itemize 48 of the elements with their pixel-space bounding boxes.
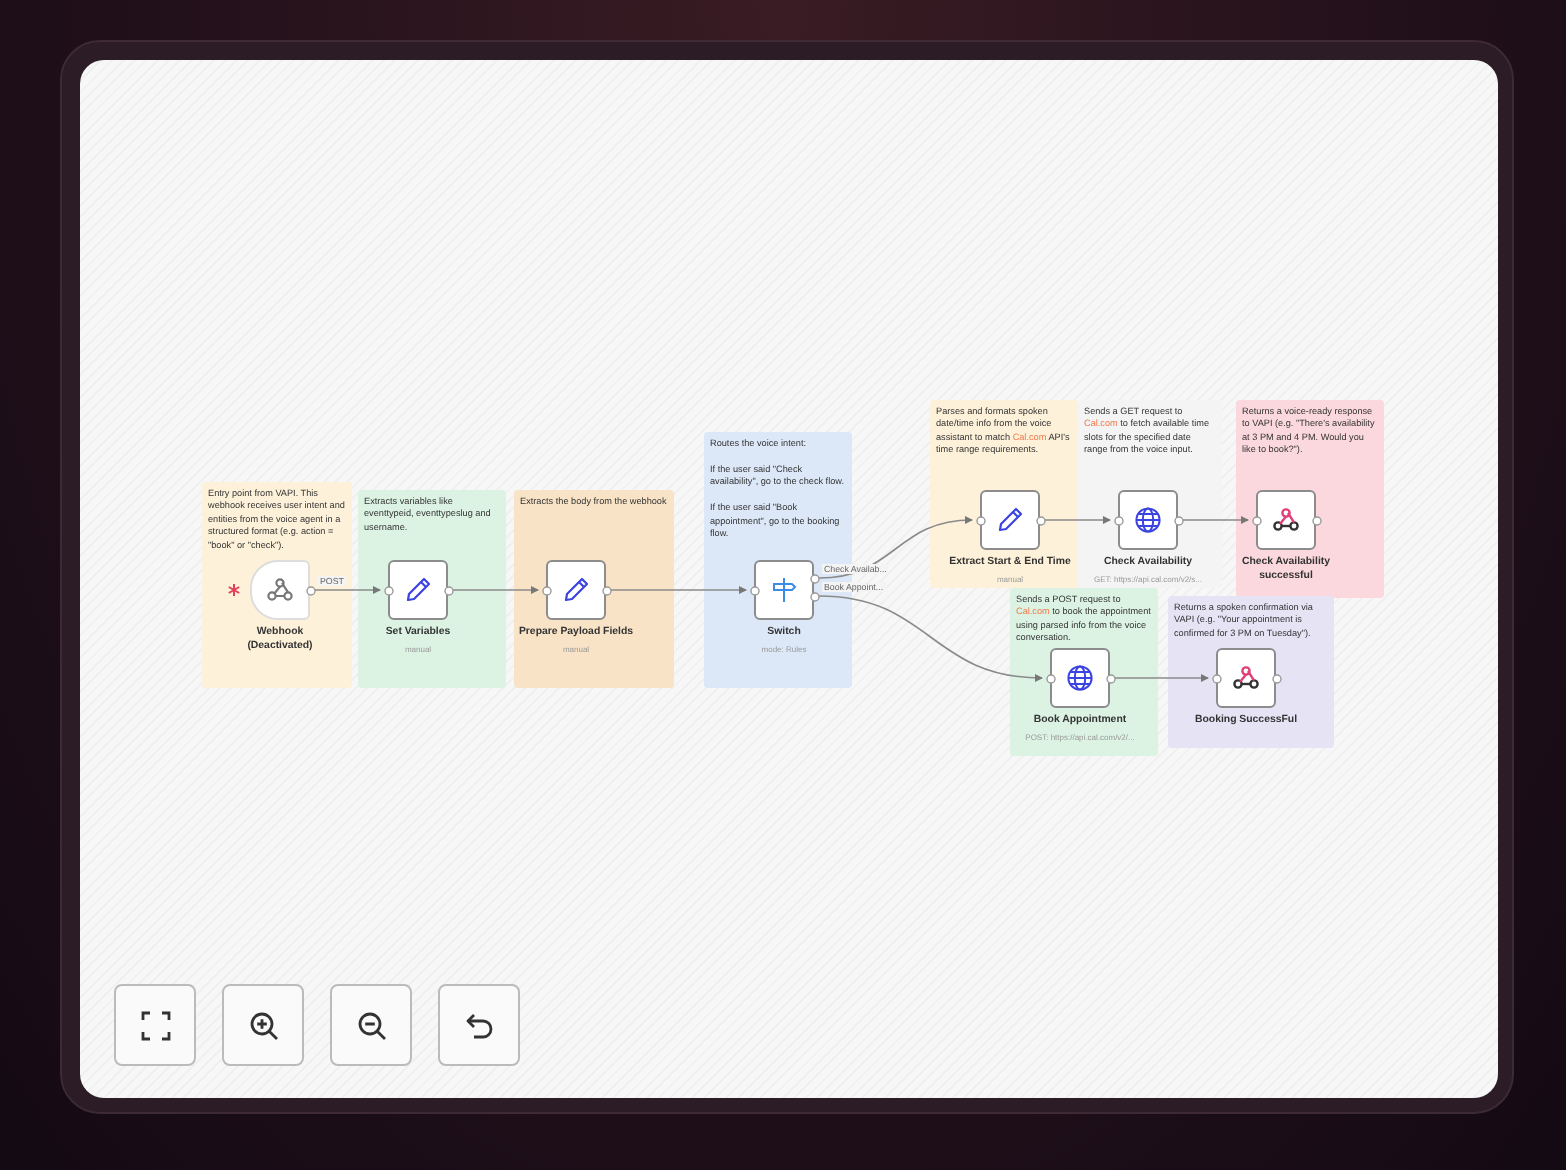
globe-icon — [1134, 506, 1162, 534]
output-handle[interactable] — [1105, 673, 1115, 683]
pencil-icon — [404, 576, 432, 604]
pencil-icon — [996, 506, 1024, 534]
zoom-out-icon — [355, 1009, 387, 1041]
zoom-in-icon — [247, 1009, 279, 1041]
input-handle[interactable] — [541, 585, 551, 595]
input-handle[interactable] — [1211, 673, 1221, 683]
webhook-icon — [266, 576, 294, 604]
fit-view-icon — [139, 1009, 171, 1041]
workflow-node[interactable] — [754, 560, 814, 620]
zoom-out-button[interactable] — [330, 984, 412, 1066]
input-handle[interactable] — [1113, 515, 1123, 525]
output-handle[interactable] — [305, 585, 315, 595]
input-handle[interactable] — [975, 515, 985, 525]
workflow-node[interactable] — [546, 560, 606, 620]
workflow-node[interactable] — [1050, 648, 1110, 708]
zoom-in-button[interactable] — [222, 984, 304, 1066]
input-handle[interactable] — [383, 585, 393, 595]
connector-line — [1114, 674, 1209, 682]
output-handle[interactable] — [1173, 515, 1183, 525]
output-handle[interactable] — [1311, 515, 1321, 525]
undo-icon — [463, 1009, 495, 1041]
output-handle[interactable] — [601, 585, 611, 595]
pencil-icon — [562, 576, 590, 604]
fit-view-button[interactable] — [114, 984, 196, 1066]
input-handle[interactable] — [1251, 515, 1261, 525]
workflow-node[interactable] — [1256, 490, 1316, 550]
output-handle[interactable] — [1035, 515, 1045, 525]
workflow-node[interactable] — [1118, 490, 1178, 550]
input-handle[interactable] — [749, 585, 759, 595]
input-handle[interactable] — [1045, 673, 1055, 683]
signpost-icon — [770, 576, 798, 604]
connector-line — [1044, 516, 1111, 524]
workflow-node[interactable] — [388, 560, 448, 620]
output-handle[interactable] — [443, 585, 453, 595]
output-handle[interactable] — [1271, 673, 1281, 683]
webhook-icon — [1272, 506, 1300, 534]
workflow-node[interactable] — [980, 490, 1040, 550]
workflow-node[interactable] — [1216, 648, 1276, 708]
asterisk-icon — [228, 584, 240, 596]
connector-line — [314, 586, 381, 594]
globe-icon — [1066, 664, 1094, 692]
connector-line — [1182, 516, 1249, 524]
webhook-icon — [1232, 664, 1260, 692]
connector-line — [452, 586, 539, 594]
undo-button[interactable] — [438, 984, 520, 1066]
connector-line — [610, 586, 747, 594]
